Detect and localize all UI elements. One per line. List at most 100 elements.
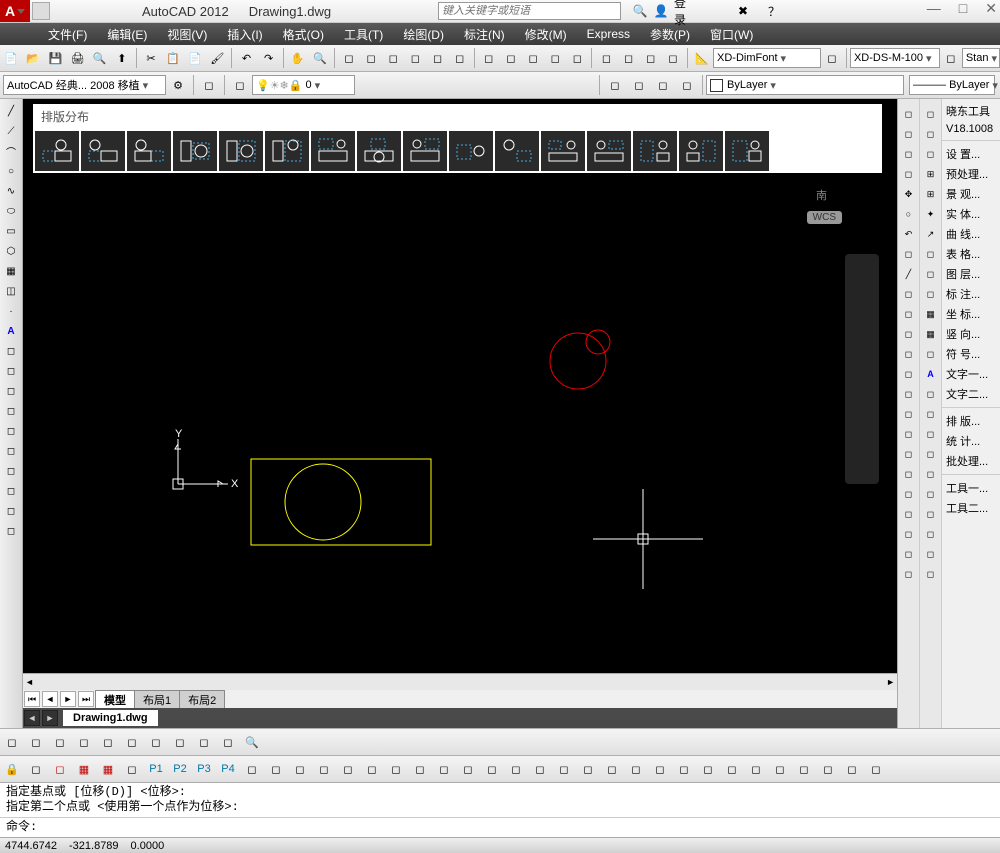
layout-btn-15[interactable] <box>679 131 723 171</box>
layout-btn-9[interactable] <box>403 131 447 171</box>
drawing-canvas[interactable]: 排版分布 南 WCS <box>23 99 897 728</box>
tool-icon[interactable]: ◻ <box>900 405 918 423</box>
tb-icon[interactable]: ◻ <box>405 47 425 69</box>
polygon-tool-icon[interactable]: ⬡ <box>2 242 20 260</box>
tool-icon[interactable]: ◻ <box>922 425 940 443</box>
p2-button[interactable]: P2 <box>169 758 191 780</box>
tool-icon[interactable]: ⊞ <box>922 165 940 183</box>
cut-icon[interactable]: ✂ <box>141 47 161 69</box>
tb-icon[interactable]: ◻ <box>941 47 961 69</box>
tool-icon[interactable]: ◻ <box>900 565 918 583</box>
menu-modify[interactable]: 修改(M) <box>515 26 577 43</box>
tool-icon[interactable]: ◻ <box>900 365 918 383</box>
tb-icon[interactable]: ◻ <box>49 758 71 780</box>
tb-icon[interactable]: ◻ <box>673 758 695 780</box>
doc-prev-icon[interactable]: ◄ <box>24 710 40 726</box>
pan-icon[interactable]: ✋ <box>288 47 308 69</box>
minimize-button[interactable]: — <box>927 0 941 17</box>
tb-icon[interactable]: ◻ <box>265 758 287 780</box>
dimstyle-icon[interactable]: 📐 <box>692 47 712 69</box>
exchange-icon[interactable]: ✖ <box>735 3 751 19</box>
rect-tool-icon[interactable]: ▭ <box>2 222 20 240</box>
tool-icon[interactable]: ◻ <box>2 502 20 520</box>
tb-icon[interactable]: ◻ <box>198 74 220 96</box>
tb-icon[interactable]: ◻ <box>457 758 479 780</box>
tb-icon[interactable]: ◻ <box>628 74 650 96</box>
panel-item[interactable]: 文字二... <box>942 384 1000 404</box>
tb-icon[interactable]: ◻ <box>501 47 521 69</box>
match-icon[interactable]: 🖌 <box>207 47 227 69</box>
tb-icon[interactable]: ◻ <box>545 47 565 69</box>
layout-btn-13[interactable] <box>587 131 631 171</box>
tool-icon[interactable]: ▦ <box>922 305 940 323</box>
tb-icon[interactable]: ◻ <box>383 47 403 69</box>
copy-icon[interactable]: 📋 <box>163 47 183 69</box>
tb-icon[interactable]: ◻ <box>604 74 626 96</box>
panel-item[interactable]: 预处理... <box>942 164 1000 184</box>
tb-icon[interactable]: ◻ <box>745 758 767 780</box>
tool-icon[interactable]: ▦ <box>922 325 940 343</box>
new-icon[interactable]: 📄 <box>1 47 21 69</box>
tool-icon[interactable]: ◻ <box>2 482 20 500</box>
tool-icon[interactable]: ◻ <box>900 345 918 363</box>
tool-icon[interactable]: ◻ <box>900 245 918 263</box>
tool-icon[interactable]: ◻ <box>922 445 940 463</box>
app-logo[interactable]: A <box>0 0 30 22</box>
tool-icon[interactable]: ↗ <box>922 225 940 243</box>
layout-btn-6[interactable] <box>265 131 309 171</box>
circle-tool-icon[interactable]: ○ <box>2 162 20 180</box>
tool-icon[interactable]: ◻ <box>900 385 918 403</box>
save-icon[interactable]: 💾 <box>45 47 65 69</box>
tool-icon[interactable]: ◻ <box>900 125 918 143</box>
spline-tool-icon[interactable]: ∿ <box>2 182 20 200</box>
color-combo[interactable]: ByLayer <box>706 75 904 95</box>
panel-item[interactable]: 文字一... <box>942 364 1000 384</box>
panel-item[interactable]: 实 体... <box>942 204 1000 224</box>
tool-icon[interactable]: ◻ <box>2 342 20 360</box>
panel-item[interactable]: 标 注... <box>942 284 1000 304</box>
wcs-badge[interactable]: WCS <box>807 211 842 224</box>
tool-icon[interactable]: ◻ <box>922 285 940 303</box>
tool-icon[interactable]: ◻ <box>922 485 940 503</box>
tb-icon[interactable]: ◻ <box>217 731 239 753</box>
tool-icon[interactable]: ◻ <box>900 445 918 463</box>
layout-btn-14[interactable] <box>633 131 677 171</box>
panel-item[interactable]: 曲 线... <box>942 224 1000 244</box>
tool-icon[interactable]: ○ <box>900 205 918 223</box>
tb-icon[interactable]: ◻ <box>479 47 499 69</box>
tb-icon[interactable]: ◻ <box>385 758 407 780</box>
tb-icon[interactable]: ◻ <box>601 758 623 780</box>
panel-item[interactable]: 排 版... <box>942 411 1000 431</box>
tool-icon[interactable]: ◻ <box>922 545 940 563</box>
tool-icon[interactable]: ◻ <box>922 125 940 143</box>
panel-item[interactable]: 工具二... <box>942 498 1000 518</box>
tb-icon[interactable]: ◻ <box>193 731 215 753</box>
stan-combo[interactable]: Stan <box>962 48 1000 68</box>
text-tool-icon[interactable]: A <box>2 322 20 340</box>
tool-icon[interactable]: ✥ <box>900 185 918 203</box>
ellipse-tool-icon[interactable]: ⬭ <box>2 202 20 220</box>
tool-icon[interactable]: ◻ <box>922 565 940 583</box>
tool-icon[interactable]: ◻ <box>922 105 940 123</box>
panel-item[interactable]: 景 观... <box>942 184 1000 204</box>
menu-tools[interactable]: 工具(T) <box>334 26 393 43</box>
doc-next-icon[interactable]: ► <box>42 710 58 726</box>
layout-btn-5[interactable] <box>219 131 263 171</box>
menu-insert[interactable]: 插入(I) <box>217 26 272 43</box>
tool-icon[interactable]: ◻ <box>2 362 20 380</box>
tb-icon[interactable]: ◻ <box>822 47 842 69</box>
redo-icon[interactable]: ↷ <box>259 47 279 69</box>
layout-btn-11[interactable] <box>495 131 539 171</box>
tab-prev-icon[interactable]: ◄ <box>42 691 58 707</box>
tool-icon[interactable]: ◻ <box>900 505 918 523</box>
tb-icon[interactable]: ◻ <box>337 758 359 780</box>
tb-icon[interactable]: ◻ <box>73 731 95 753</box>
horizontal-scrollbar[interactable] <box>23 673 897 690</box>
tb-icon[interactable]: ◻ <box>361 758 383 780</box>
tool-icon[interactable]: ◻ <box>922 385 940 403</box>
tool-icon[interactable]: ◻ <box>900 285 918 303</box>
tab-model[interactable]: 模型 <box>95 690 135 709</box>
tab-first-icon[interactable]: ⏮ <box>24 691 40 707</box>
paste-icon[interactable]: 📄 <box>185 47 205 69</box>
panel-item[interactable]: 符 号... <box>942 344 1000 364</box>
